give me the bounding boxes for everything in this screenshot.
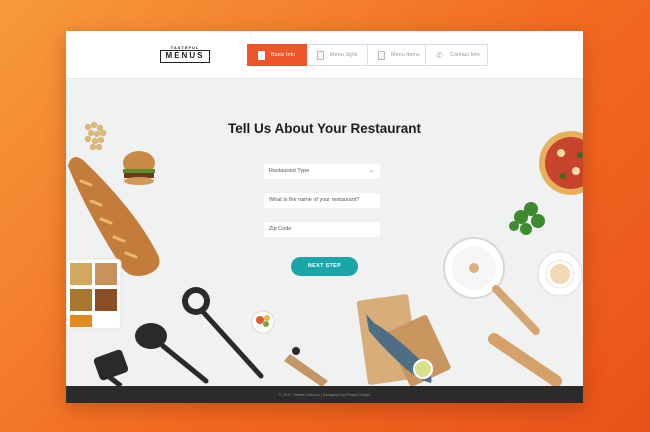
coffee-cup-image [537, 251, 583, 297]
zip-code-input[interactable]: Zip Code [264, 222, 380, 237]
food-decoration-right [443, 131, 583, 335]
restaurant-name-placeholder: What is the name of your restaurant? [269, 197, 360, 203]
pan-image [443, 237, 540, 335]
page-title: Tell Us About Your Restaurant [227, 121, 422, 136]
herbs-image [509, 202, 545, 235]
next-step-button[interactable]: NEXT STEP [291, 257, 358, 276]
footer: © 2017 Tasteful Menus | Designed by Pixp… [66, 386, 583, 403]
zip-code-placeholder: Zip Code [269, 226, 292, 232]
pizza-image [539, 131, 583, 195]
app-window: TASTEFUL MENUS Basic Info Menu Style Men… [66, 31, 583, 403]
restaurant-type-placeholder: Restaurant Type [269, 168, 310, 174]
restaurant-name-input[interactable]: What is the name of your restaurant? [264, 193, 380, 208]
chevron-down-icon: ⌄ [368, 168, 374, 174]
restaurant-type-select[interactable]: Restaurant Type ⌄ [264, 164, 380, 179]
